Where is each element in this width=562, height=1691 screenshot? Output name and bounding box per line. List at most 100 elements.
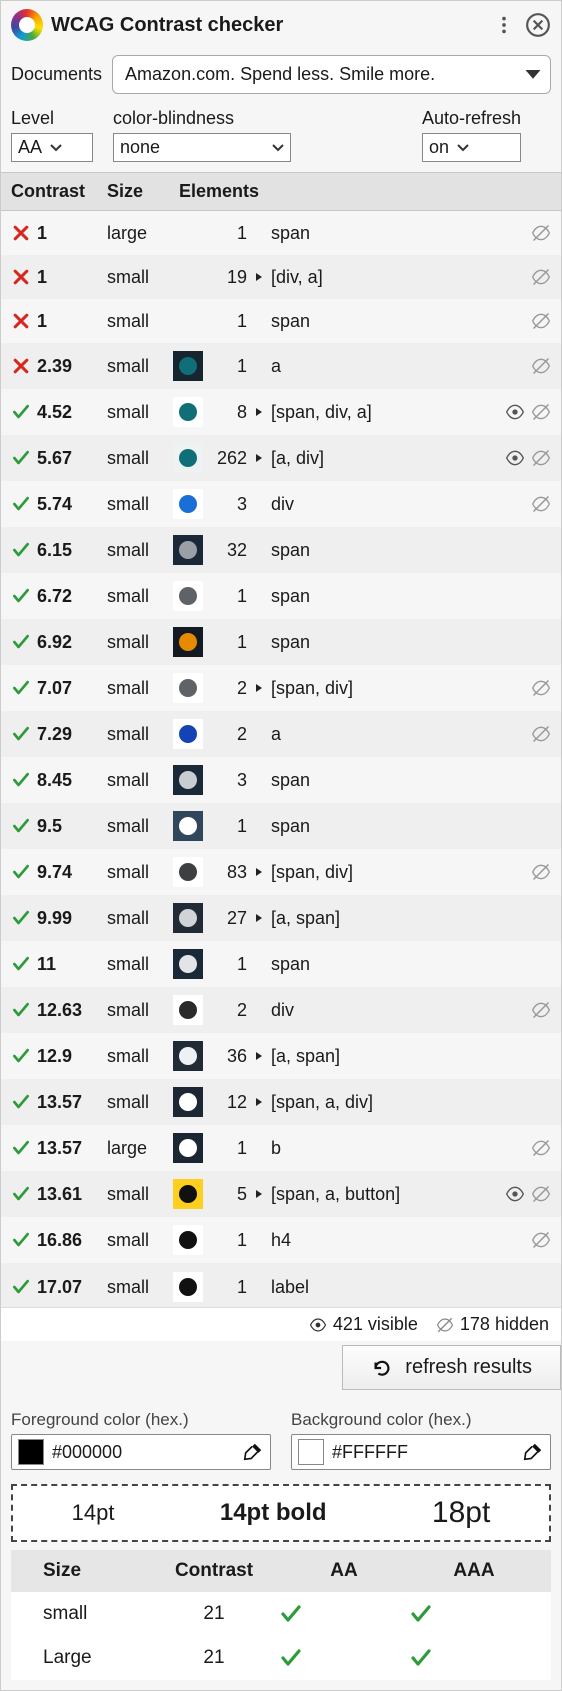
element-count: 36 — [205, 1046, 251, 1067]
color-swatch — [173, 857, 203, 887]
eyedropper-icon[interactable] — [522, 1441, 544, 1463]
table-row[interactable]: 1small1span — [1, 299, 561, 343]
bg-color-input[interactable]: #FFFFFF — [291, 1434, 551, 1470]
expand-icon[interactable] — [251, 1096, 267, 1108]
table-row[interactable]: 12.63small2div — [1, 987, 561, 1033]
hidden-icon[interactable] — [531, 1000, 551, 1020]
eyedropper-icon[interactable] — [242, 1441, 264, 1463]
summary-contrast: 21 — [149, 1603, 279, 1625]
size-value: small — [107, 908, 171, 929]
table-header: Contrast Size Elements — [1, 172, 561, 211]
elements-text: label — [267, 1277, 551, 1298]
table-row[interactable]: 6.15small32span — [1, 527, 561, 573]
hidden-icon[interactable] — [531, 494, 551, 514]
expand-icon[interactable] — [251, 1050, 267, 1062]
hidden-icon[interactable] — [531, 1184, 551, 1204]
contrast-value: 12.9 — [37, 1046, 72, 1067]
summary-aa — [279, 1602, 409, 1626]
table-row[interactable]: 6.92small1span — [1, 619, 561, 665]
hidden-icon[interactable] — [531, 724, 551, 744]
hidden-icon[interactable] — [531, 356, 551, 376]
table-row[interactable]: 5.67small262[a, div] — [1, 435, 561, 481]
sh-aaa: AAA — [409, 1560, 539, 1582]
hidden-count: 178 hidden — [436, 1314, 549, 1335]
table-row[interactable]: 13.57small12[span, a, div] — [1, 1079, 561, 1125]
hidden-icon[interactable] — [531, 402, 551, 422]
table-row[interactable]: 7.29small2a — [1, 711, 561, 757]
expand-icon[interactable] — [251, 452, 267, 464]
visible-icon[interactable] — [505, 448, 525, 468]
contrast-value: 11 — [37, 954, 56, 975]
contrast-value: 9.99 — [37, 908, 72, 929]
autorefresh-select[interactable]: on — [422, 133, 521, 162]
element-count: 83 — [205, 862, 251, 883]
hidden-icon[interactable] — [531, 448, 551, 468]
expand-icon[interactable] — [251, 406, 267, 418]
close-icon[interactable] — [525, 12, 551, 38]
table-row[interactable]: 2.39small1a — [1, 343, 561, 389]
table-row[interactable]: 6.72small1span — [1, 573, 561, 619]
table-row[interactable]: 5.74small3div — [1, 481, 561, 527]
element-count: 32 — [205, 540, 251, 561]
table-row[interactable]: 12.9small36[a, span] — [1, 1033, 561, 1079]
summary-size: Large — [19, 1647, 149, 1669]
hidden-icon[interactable] — [531, 678, 551, 698]
elements-text: [span, a, button] — [267, 1184, 505, 1205]
contrast-value: 6.15 — [37, 540, 72, 561]
expand-icon[interactable] — [251, 682, 267, 694]
color-swatch — [173, 351, 203, 381]
hidden-icon[interactable] — [531, 1138, 551, 1158]
expand-icon[interactable] — [251, 912, 267, 924]
elements-text: a — [267, 356, 531, 377]
table-row[interactable]: 17.07small1label — [1, 1263, 561, 1307]
hidden-icon[interactable] — [531, 1230, 551, 1250]
table-row[interactable]: 16.86small1h4 — [1, 1217, 561, 1263]
contrast-value: 6.92 — [37, 632, 72, 653]
color-swatch — [173, 397, 203, 427]
expand-icon[interactable] — [251, 866, 267, 878]
summary-row: small 21 — [11, 1592, 551, 1636]
hidden-icon[interactable] — [531, 862, 551, 882]
table-row[interactable]: 9.74small83[span, div] — [1, 849, 561, 895]
fg-color-input[interactable]: #000000 — [11, 1434, 271, 1470]
colorblindness-select[interactable]: none — [113, 133, 291, 162]
table-row[interactable]: 9.5small1span — [1, 803, 561, 849]
table-row[interactable]: 7.07small2[span, div] — [1, 665, 561, 711]
refresh-label: refresh results — [405, 1356, 532, 1379]
size-value: small — [107, 1230, 171, 1251]
contrast-value: 2.39 — [37, 356, 72, 377]
table-row[interactable]: 13.61small5[span, a, button] — [1, 1171, 561, 1217]
preview-18pt: 18pt — [432, 1496, 490, 1530]
th-elements: Elements — [171, 181, 551, 202]
pass-icon — [11, 954, 31, 974]
table-row[interactable]: 8.45small3span — [1, 757, 561, 803]
table-row[interactable]: 9.99small27[a, span] — [1, 895, 561, 941]
hidden-icon[interactable] — [531, 311, 551, 331]
contrast-value: 4.52 — [37, 402, 72, 423]
table-row[interactable]: 4.52small8[span, div, a] — [1, 389, 561, 435]
more-menu-icon[interactable] — [493, 14, 515, 36]
size-value: small — [107, 267, 171, 288]
level-select[interactable]: AA — [11, 133, 93, 162]
visible-icon[interactable] — [505, 1184, 525, 1204]
table-row[interactable]: 1large1span — [1, 211, 561, 255]
expand-icon[interactable] — [251, 1188, 267, 1200]
size-value: small — [107, 1092, 171, 1113]
sh-aa: AA — [279, 1560, 409, 1582]
table-row[interactable]: 11small1span — [1, 941, 561, 987]
bg-color-label: Background color (hex.) — [291, 1410, 551, 1430]
pass-icon — [11, 678, 31, 698]
hidden-icon[interactable] — [531, 267, 551, 287]
refresh-button[interactable]: refresh results — [342, 1345, 561, 1390]
expand-icon[interactable] — [251, 271, 267, 283]
elements-text: [a, div] — [267, 448, 505, 469]
element-count: 1 — [205, 311, 251, 332]
table-row[interactable]: 1small19[div, a] — [1, 255, 561, 299]
hidden-icon[interactable] — [531, 223, 551, 243]
level-label: Level — [11, 108, 93, 129]
table-row[interactable]: 13.57large1b — [1, 1125, 561, 1171]
visible-icon[interactable] — [505, 402, 525, 422]
color-swatch — [173, 949, 203, 979]
table-body: 1large1span1small19[div, a]1small1span2.… — [1, 211, 561, 1307]
documents-select[interactable]: Amazon.com. Spend less. Smile more. — [112, 55, 551, 94]
